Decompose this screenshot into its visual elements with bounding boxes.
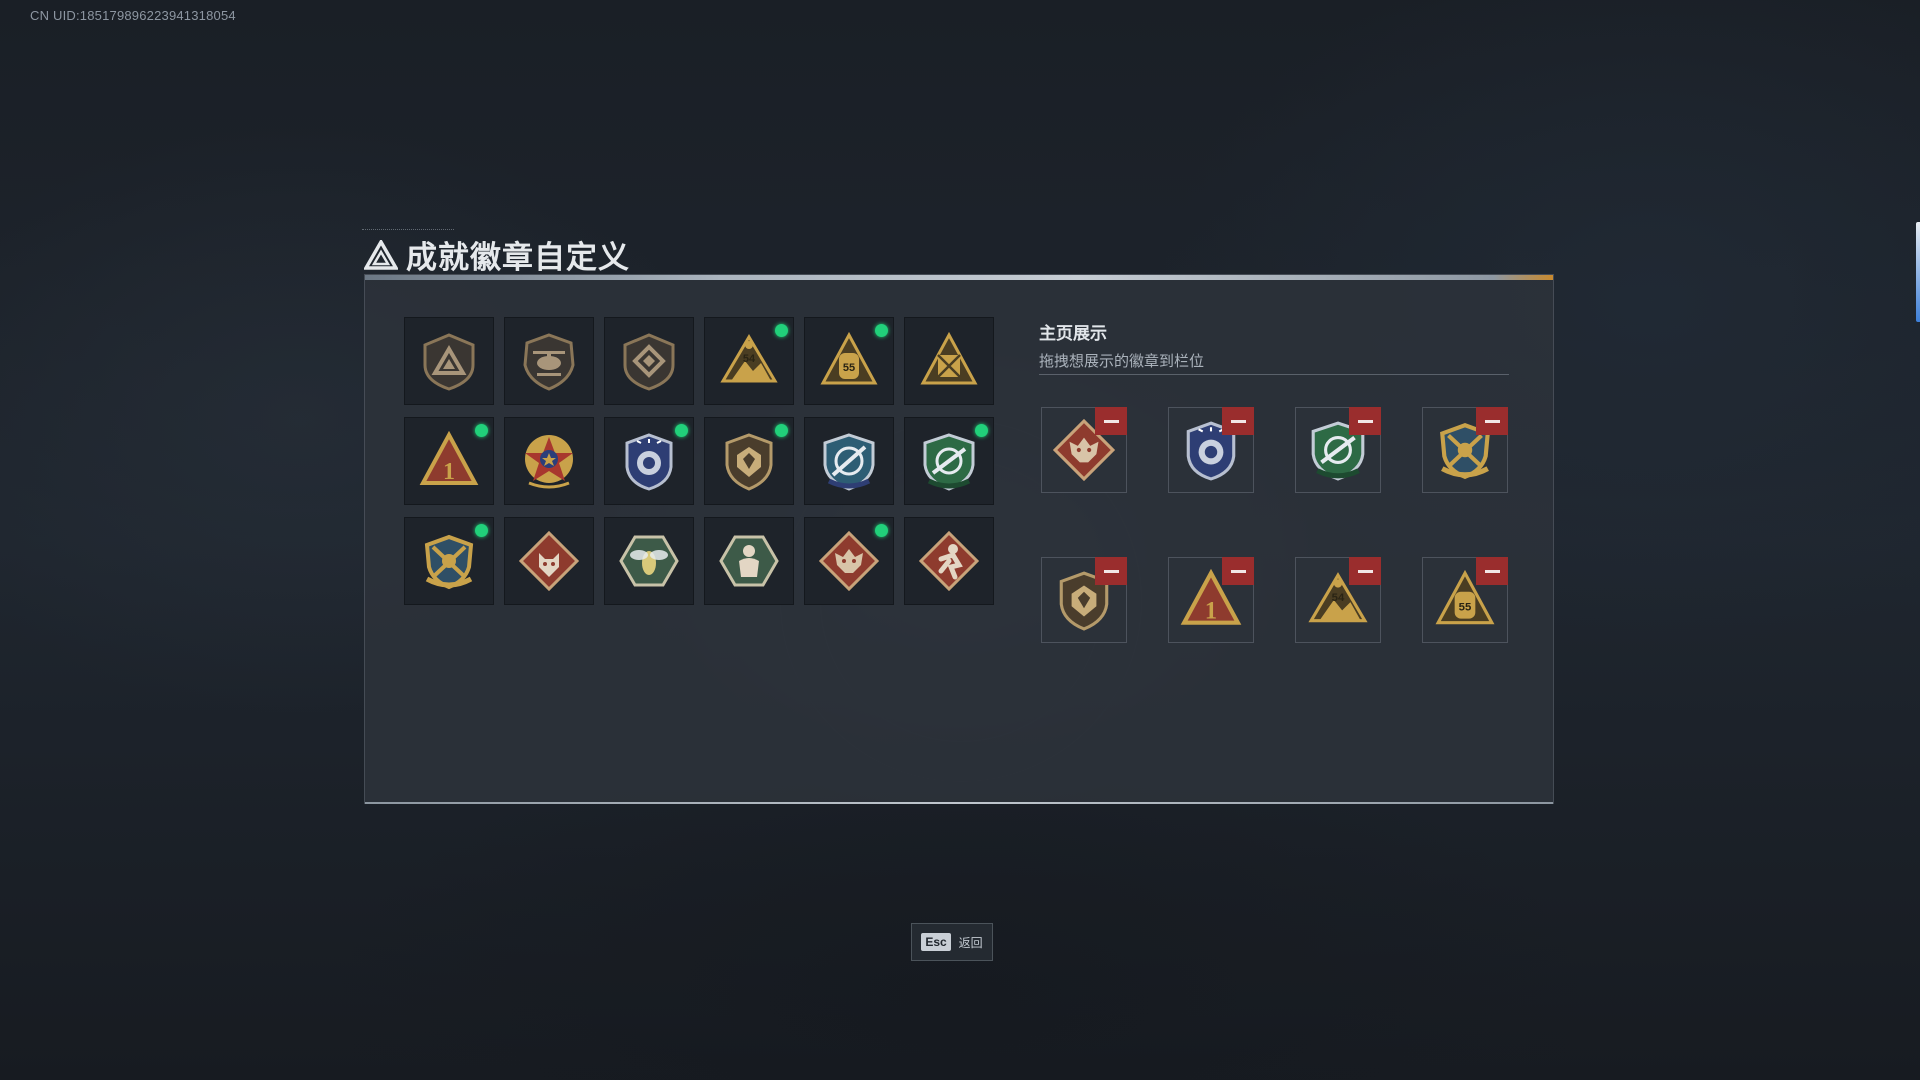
new-indicator-dot xyxy=(775,324,788,337)
minus-icon xyxy=(1230,569,1246,573)
badge-item[interactable] xyxy=(604,417,694,505)
badge-item[interactable] xyxy=(504,517,594,605)
player-uid: CN UID:1851798962239413180​54 xyxy=(30,8,236,23)
badge-item[interactable] xyxy=(904,417,994,505)
new-indicator-dot xyxy=(875,324,888,337)
diamond-shield-badge-icon xyxy=(623,333,675,391)
svg-text:55: 55 xyxy=(843,362,855,374)
badge-item[interactable]: 55 xyxy=(804,317,894,405)
dragon-diamond-badge-icon xyxy=(819,531,879,591)
showcase-slot[interactable]: 54 xyxy=(1295,557,1381,643)
green-rifle-shield-badge-icon xyxy=(923,433,975,491)
rank-1-triangle-badge-icon: 1 xyxy=(419,431,479,485)
remove-badge-button[interactable] xyxy=(1095,557,1127,585)
red-gold-star-wreath-badge-icon xyxy=(525,435,573,489)
remove-badge-button[interactable] xyxy=(1349,557,1381,585)
soldier-hexagon-badge-icon xyxy=(719,535,779,587)
showcase-slot[interactable] xyxy=(1422,407,1508,493)
gold-crossed-rifles-badge-icon xyxy=(424,534,474,590)
showcase-title: 主页展示 xyxy=(1039,324,1107,343)
badge-item[interactable] xyxy=(504,417,594,505)
badge-item[interactable] xyxy=(704,517,794,605)
minus-icon xyxy=(1357,569,1373,573)
badge-item[interactable] xyxy=(804,417,894,505)
new-indicator-dot xyxy=(675,424,688,437)
helicopter-badge-icon xyxy=(523,333,575,391)
delta-logo-icon xyxy=(364,239,398,270)
badge-item[interactable]: 1 xyxy=(404,417,494,505)
blue-sniper-shield-badge-icon xyxy=(823,433,875,491)
minus-icon xyxy=(1103,419,1119,423)
svg-text:54: 54 xyxy=(1332,592,1345,604)
badge-collection-grid: 54 55 1 xyxy=(404,317,994,605)
page-title: 成就徽章自定义 xyxy=(406,240,630,275)
side-scroll-indicator[interactable] xyxy=(1916,222,1920,322)
remove-badge-button[interactable] xyxy=(1222,407,1254,435)
new-indicator-dot xyxy=(475,524,488,537)
badge-item[interactable] xyxy=(804,517,894,605)
bronze-armor-shield-badge-icon xyxy=(725,433,773,491)
minus-icon xyxy=(1230,419,1246,423)
svg-text:55: 55 xyxy=(1459,601,1472,613)
new-indicator-dot xyxy=(975,424,988,437)
badge-item[interactable] xyxy=(404,317,494,405)
panel-bottom-line xyxy=(365,802,1553,804)
badge-item[interactable]: 54 xyxy=(704,317,794,405)
showcase-subtitle: 拖拽想展示的徽章到栏位 xyxy=(1039,353,1205,370)
esc-key-icon: Esc xyxy=(921,933,951,951)
hornet-hexagon-badge-icon xyxy=(619,535,679,587)
showcase-slot[interactable] xyxy=(1041,407,1127,493)
gold-crate-badge-icon xyxy=(920,331,978,385)
showcase-divider xyxy=(1039,374,1509,375)
blue-police-shield-badge-icon xyxy=(625,433,673,491)
badge-item[interactable] xyxy=(404,517,494,605)
badge-item[interactable] xyxy=(704,417,794,505)
badge-customize-panel: 54 55 1 主页展示 拖拽想展示的徽章到栏位 1 54 55 xyxy=(364,274,1554,804)
remove-badge-button[interactable] xyxy=(1222,557,1254,585)
showcase-slot[interactable] xyxy=(1041,557,1127,643)
badge-item[interactable] xyxy=(504,317,594,405)
remove-badge-button[interactable] xyxy=(1476,407,1508,435)
triangle-shield-badge-icon xyxy=(423,333,475,391)
showcase-slot[interactable]: 55 xyxy=(1422,557,1508,643)
wolf-diamond-badge-icon xyxy=(519,531,579,591)
runner-diamond-badge-icon xyxy=(919,531,979,591)
new-indicator-dot xyxy=(775,424,788,437)
showcase-slot-grid: 1 54 55 xyxy=(1041,407,1508,643)
remove-badge-button[interactable] xyxy=(1349,407,1381,435)
new-indicator-dot xyxy=(475,424,488,437)
badge-item[interactable] xyxy=(604,517,694,605)
showcase-header: 主页展示 拖拽想展示的徽章到栏位 xyxy=(1039,319,1204,371)
svg-text:1: 1 xyxy=(1205,598,1217,625)
new-indicator-dot xyxy=(875,524,888,537)
minus-icon xyxy=(1484,419,1500,423)
showcase-slot[interactable] xyxy=(1295,407,1381,493)
badge-item[interactable] xyxy=(604,317,694,405)
panel-top-bar xyxy=(365,275,1553,280)
minus-icon xyxy=(1484,569,1500,573)
gold-54-mountain-badge-icon: 54 xyxy=(720,334,778,383)
minus-icon xyxy=(1103,569,1119,573)
svg-text:1: 1 xyxy=(443,459,455,485)
badge-item[interactable] xyxy=(904,317,994,405)
back-button[interactable]: Esc 返回 xyxy=(911,923,993,961)
remove-badge-button[interactable] xyxy=(1476,557,1508,585)
remove-badge-button[interactable] xyxy=(1095,407,1127,435)
back-label: 返回 xyxy=(958,935,983,950)
minus-icon xyxy=(1357,419,1373,423)
gold-55-bag-badge-icon: 55 xyxy=(820,331,878,385)
showcase-slot[interactable]: 1 xyxy=(1168,557,1254,643)
badge-item[interactable] xyxy=(904,517,994,605)
showcase-slot[interactable] xyxy=(1168,407,1254,493)
svg-text:54: 54 xyxy=(743,353,756,365)
panel-header: 成就徽章自定义 xyxy=(364,232,630,277)
